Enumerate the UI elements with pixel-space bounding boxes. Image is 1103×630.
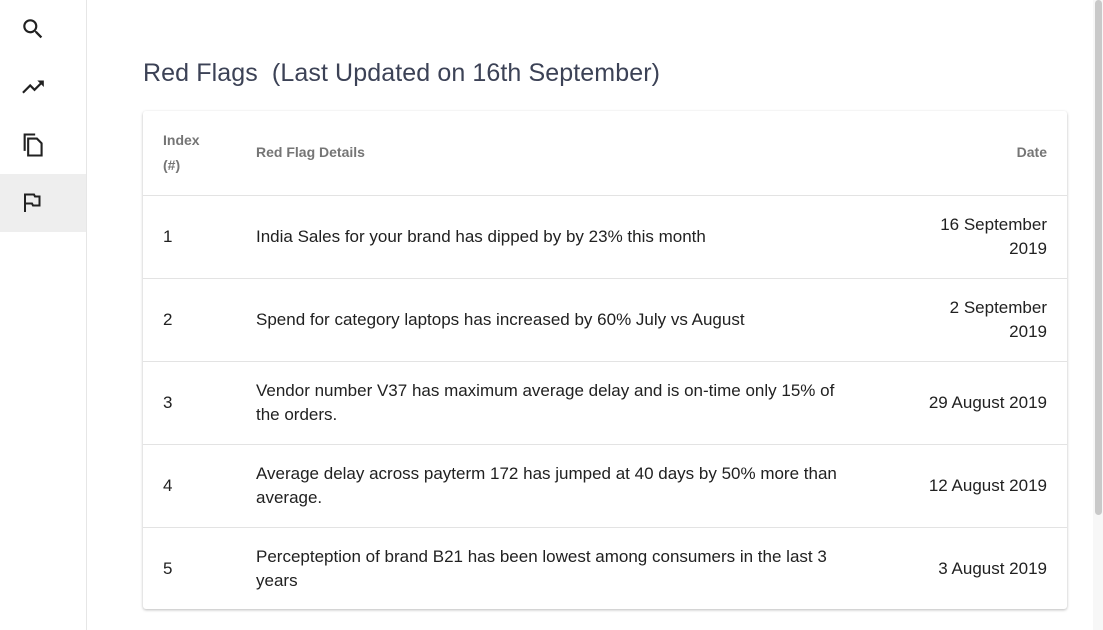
row-date: 16 September 2019 — [855, 195, 1067, 278]
row-date: 12 August 2019 — [928, 475, 1047, 495]
sidebar-item-trends[interactable] — [0, 58, 86, 116]
row-details: India Sales for your brand has dipped by… — [256, 226, 706, 246]
table-row[interactable]: 3 Vendor number V37 has maximum average … — [143, 361, 1067, 444]
column-header-index[interactable]: Index (#) — [143, 111, 255, 195]
row-date: 29 August 2019 — [928, 392, 1047, 412]
table-header-row: Index (#) Red Flag Details Date — [143, 111, 1067, 195]
row-details: Average delay across payterm 172 has jum… — [256, 463, 837, 507]
table-row[interactable]: 1 India Sales for your brand has dipped … — [143, 195, 1067, 278]
column-header-index-label: Index (#) — [163, 131, 200, 173]
row-index: 5 — [163, 558, 173, 578]
red-flags-table-card: Index (#) Red Flag Details Date 1 India … — [143, 111, 1067, 609]
copy-icon — [23, 133, 43, 157]
row-details: Spend for category laptops has increased… — [256, 309, 745, 329]
row-index: 4 — [163, 475, 173, 495]
sidebar — [0, 0, 87, 630]
column-header-details[interactable]: Red Flag Details — [255, 111, 855, 195]
row-date-text: 16 September 2019 — [940, 214, 1047, 258]
sidebar-item-documents[interactable] — [0, 116, 86, 174]
row-date: 2 September 2019 — [855, 278, 1067, 361]
table-row[interactable]: 4 Average delay across payterm 172 has j… — [143, 444, 1067, 527]
row-date-text: 2 September 2019 — [949, 297, 1047, 341]
table-row[interactable]: 2 Spend for category laptops has increas… — [143, 278, 1067, 361]
row-details: Percepteption of brand B21 has been lowe… — [256, 546, 827, 590]
trending-up-icon — [22, 80, 44, 94]
row-index: 1 — [163, 226, 173, 246]
row-details: Vendor number V37 has maximum average de… — [256, 380, 835, 424]
search-icon — [23, 19, 43, 39]
sidebar-item-search[interactable] — [0, 0, 86, 58]
sidebar-item-red-flags[interactable] — [0, 174, 86, 232]
scrollbar-thumb[interactable] — [1095, 0, 1102, 515]
page-scrollbar[interactable] — [1093, 0, 1103, 630]
column-header-date[interactable]: Date — [855, 111, 1067, 195]
row-index: 3 — [163, 392, 173, 412]
table-row[interactable]: 5 Percepteption of brand B21 has been lo… — [143, 527, 1067, 610]
flag-icon — [24, 193, 41, 212]
row-index: 2 — [163, 309, 173, 329]
page-title: Red Flags (Last Updated on 16th Septembe… — [143, 58, 661, 87]
red-flags-table: Index (#) Red Flag Details Date 1 India … — [143, 111, 1067, 610]
row-date: 3 August 2019 — [938, 558, 1047, 578]
